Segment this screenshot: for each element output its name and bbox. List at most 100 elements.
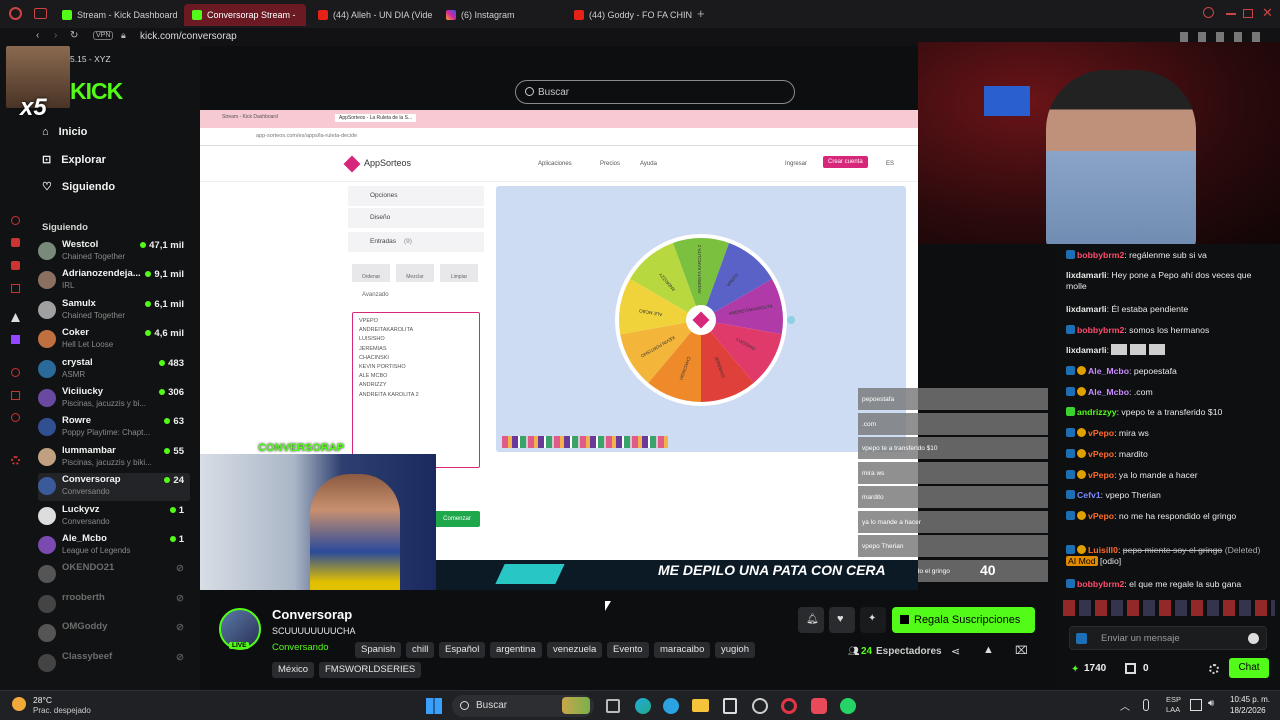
chat-message[interactable]: bobbybrm2: regálenme sub si va <box>1066 250 1272 261</box>
chat-message[interactable]: vPepo: ya lo mande a hacer <box>1066 470 1272 481</box>
following-item[interactable]: Adrianozendeja... IRL 9,1 mil <box>38 267 190 295</box>
chat-username[interactable]: Luisill0 <box>1088 545 1118 555</box>
tab-youtube-alleh[interactable]: (44) Alleh - UN DIA (Vide <box>310 4 438 26</box>
weather-temp[interactable]: 28°C <box>33 695 52 705</box>
tag-chip[interactable]: México <box>272 662 315 678</box>
whatsapp-icon[interactable] <box>840 698 856 714</box>
rail-icon-5[interactable] <box>11 313 20 322</box>
search-tabs-icon[interactable] <box>1203 7 1214 18</box>
download-icon[interactable] <box>11 391 20 400</box>
task-view-icon[interactable] <box>606 699 620 713</box>
tag-chip[interactable]: venezuela <box>547 642 603 658</box>
chat-username[interactable]: bobbybrm2 <box>1077 250 1124 260</box>
chat-input[interactable]: Enviar un mensaje <box>1069 626 1267 650</box>
chat-username[interactable]: lixdamarli <box>1066 270 1107 280</box>
following-item[interactable]: Conversorap Conversando 24 <box>38 473 190 502</box>
tag-chip[interactable]: Spanish <box>355 642 402 658</box>
extensions-icons[interactable] <box>1180 32 1270 42</box>
tab-conversorap-stream[interactable]: Conversorap Stream - <box>184 4 306 26</box>
following-item[interactable]: Samulx Chained Together 6,1 mil <box>38 297 190 325</box>
rail-icon-1[interactable] <box>11 216 20 225</box>
tag-chip[interactable]: Español <box>439 642 486 658</box>
chat-message[interactable]: lixdamarli: Hey pone a Pepo ahí dos vece… <box>1066 270 1272 292</box>
following-item[interactable]: Westcol Chained Together 47,1 mil <box>38 238 190 266</box>
close-window-icon[interactable]: ✕ <box>1262 5 1273 21</box>
chat-username[interactable]: andrizzyy <box>1077 407 1117 417</box>
chat-username[interactable]: vPepo <box>1088 449 1114 459</box>
nav-explorar[interactable]: ⊡ Explorar <box>42 153 106 167</box>
following-item[interactable]: Viciiucky Piscinas, jacuzzis y bi... 306 <box>38 385 190 413</box>
stream-video[interactable]: Stream - Kick Dashboard AppSorteos - La … <box>200 110 1048 590</box>
tag-chip[interactable]: yugioh <box>715 642 755 658</box>
tab-instagram[interactable]: (6) Instagram <box>438 4 566 26</box>
report-icon[interactable]: ▲ <box>983 644 994 656</box>
chat-message[interactable]: andrizzyy: vpepo te a transferido $10 <box>1066 407 1272 418</box>
following-item[interactable]: Ale_Mcbo League of Legends 1 <box>38 532 190 560</box>
twitch-icon[interactable] <box>11 335 20 344</box>
chat-message[interactable]: bobbybrm2: somos los hermanos <box>1066 325 1272 336</box>
following-item[interactable]: lummambar Piscinas, jacuzzis y biki... 55 <box>38 444 190 472</box>
chat-username[interactable]: bobbybrm2 <box>1077 325 1124 335</box>
history-icon[interactable] <box>11 413 20 422</box>
chat-message[interactable]: bobbybrm2: el que me regale la sub gana <box>1066 579 1272 590</box>
chat-username[interactable]: vPepo <box>1088 511 1114 521</box>
share-icon[interactable]: ⋖ <box>951 645 960 658</box>
folder-icon[interactable] <box>692 699 709 712</box>
opera-gx-icon[interactable] <box>781 698 797 714</box>
chat-message[interactable]: lixdamarli: <box>1066 344 1272 356</box>
gift-icon[interactable] <box>1125 663 1136 674</box>
chat-message[interactable]: vPepo: no me ha respondido el gringo <box>1066 511 1272 522</box>
telegram-icon[interactable] <box>663 698 679 714</box>
taskbar-search[interactable]: Buscar <box>452 695 594 717</box>
rail-icon-3[interactable] <box>11 261 20 270</box>
app-icon[interactable] <box>811 698 827 714</box>
lang-top[interactable]: ESP <box>1166 695 1181 704</box>
chat-settings-icon[interactable] <box>1209 664 1219 674</box>
tag-chip[interactable]: maracaibo <box>654 642 711 658</box>
nav-siguiendo[interactable]: ♡ Siguiendo <box>42 180 115 194</box>
channel-name[interactable]: Conversorap <box>272 607 352 622</box>
following-item[interactable]: rrooberth ⊘ <box>38 591 190 619</box>
rail-icon-7[interactable] <box>11 368 20 377</box>
chat-username[interactable]: Cefv1 <box>1077 490 1101 500</box>
tab-kick-dashboard[interactable]: Stream - Kick Dashboard <box>54 4 182 26</box>
points-icon[interactable]: ✦ <box>1071 664 1079 675</box>
stream-category[interactable]: Conversando <box>272 642 329 653</box>
edge-icon[interactable] <box>635 698 651 714</box>
back-icon[interactable]: ‹ <box>36 30 39 41</box>
clip-icon[interactable]: ⌧ <box>1015 644 1028 657</box>
chat-message[interactable]: vPepo: mardito <box>1066 449 1272 460</box>
following-item[interactable]: OKENDO21 ⊘ <box>38 561 190 589</box>
rail-icon-2[interactable] <box>11 238 20 247</box>
tag-chip[interactable]: FMSWORLDSERIES <box>319 662 422 678</box>
chat-message[interactable]: Cefv1: vpepo Therian <box>1066 490 1272 501</box>
forward-icon[interactable]: › <box>54 30 57 41</box>
clock-time[interactable]: 10:45 p. m. <box>1230 695 1270 704</box>
kick-logo[interactable]: KICK <box>70 78 123 105</box>
gift-subs-button[interactable]: Regala Suscripciones <box>892 607 1035 633</box>
chat-message[interactable]: vPepo: mira ws <box>1066 428 1272 439</box>
url-field[interactable]: kick.com/conversorap <box>140 31 237 42</box>
tab-youtube-goddy[interactable]: (44) Goddy - FO FA CHIN <box>566 4 694 26</box>
sidebar-toggle-icon[interactable] <box>34 8 47 19</box>
chat-message[interactable]: lixdamarli: Él estaba pendiente <box>1066 304 1272 315</box>
following-item[interactable]: crystal ASMR 483 <box>38 356 190 384</box>
following-item[interactable]: Rowre Poppy Playtime: Chapt... 63 <box>38 414 190 442</box>
new-tab-icon[interactable]: + <box>697 6 705 21</box>
tag-chip[interactable]: chill <box>406 642 435 658</box>
minimize-icon[interactable] <box>1226 13 1236 15</box>
chat-username[interactable]: bobbybrm2 <box>1077 579 1124 589</box>
obs-icon[interactable] <box>752 698 768 714</box>
windows-start-icon[interactable] <box>426 698 442 714</box>
emoji-icon[interactable] <box>1248 633 1259 644</box>
tag-chip[interactable]: Evento <box>607 642 649 658</box>
chat-send-button[interactable]: Chat <box>1229 658 1269 678</box>
tray-chevron-icon[interactable]: ︿ <box>1120 698 1130 713</box>
chat-username[interactable]: vPepo <box>1088 470 1114 480</box>
chat-message[interactable]: Ale_Mcbo: .com <box>1066 387 1272 398</box>
chat-username[interactable]: lixdamarli <box>1066 304 1107 314</box>
chat-message[interactable]: Ale_Mcbo: pepoestafa <box>1066 366 1272 377</box>
chat-message[interactable]: Luisill0: pepo miente soy el gringo (Del… <box>1066 545 1272 567</box>
capcut-icon[interactable] <box>723 698 737 714</box>
search-bar[interactable]: Buscar <box>515 80 795 104</box>
